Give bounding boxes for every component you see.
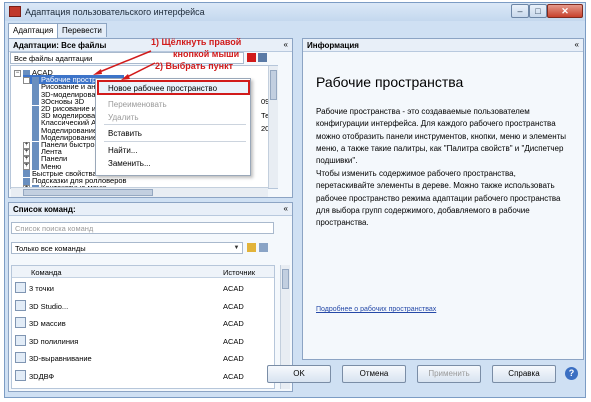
help-button[interactable]: Справка bbox=[492, 365, 556, 383]
column-command[interactable]: Команда bbox=[12, 266, 220, 278]
command-source: ACAD bbox=[223, 301, 244, 311]
info-more-link[interactable]: Подробнее о рабочих пространствах bbox=[316, 306, 436, 313]
tab-customize[interactable]: Адаптация bbox=[8, 23, 59, 38]
command-name: 3 точки bbox=[29, 284, 54, 293]
command-name: 3D полилиния bbox=[29, 336, 79, 346]
command-list-header: Список команд: « bbox=[9, 203, 292, 216]
command-list-title: Список команд: bbox=[13, 205, 76, 214]
tree-hscroll-thumb[interactable] bbox=[23, 189, 153, 196]
tree-horizontal-scrollbar[interactable] bbox=[11, 187, 268, 197]
collapse-node-icon[interactable]: − bbox=[14, 69, 21, 77]
command-icon bbox=[15, 369, 26, 381]
collapse-node-icon[interactable]: − bbox=[23, 76, 30, 84]
command-name: 3D-выравнивание bbox=[29, 354, 92, 363]
command-row[interactable]: 3D полилиния ACAD bbox=[12, 334, 274, 347]
cancel-button[interactable]: Отмена bbox=[342, 365, 406, 383]
information-title: Информация bbox=[307, 41, 359, 50]
command-source: ACAD bbox=[223, 284, 244, 293]
command-row[interactable]: 3D массив ACAD bbox=[12, 316, 274, 329]
new-command-icon[interactable] bbox=[247, 243, 256, 252]
column-source-label: Источник bbox=[223, 268, 256, 277]
command-icon bbox=[15, 317, 26, 328]
window-title: Адаптация пользовательского интерфейса bbox=[25, 7, 205, 17]
arrow-head-1 bbox=[93, 69, 102, 75]
context-menu-separator bbox=[104, 141, 246, 142]
apply-button[interactable]: Применить bbox=[417, 365, 481, 383]
tree-scroll-thumb[interactable] bbox=[270, 70, 277, 100]
arrow-line-2 bbox=[124, 62, 156, 79]
collapse-info-icon[interactable]: « bbox=[575, 40, 579, 49]
command-list[interactable]: Команда Источник 3 точки ACAD 3D Studio...… bbox=[11, 265, 275, 389]
command-source: ACAD bbox=[223, 336, 244, 346]
info-paragraph-2: Чтобы изменить содержимое рабочего прост… bbox=[316, 169, 561, 228]
context-menu-item[interactable]: Удалить bbox=[108, 113, 139, 122]
command-filter-value: Только все команды bbox=[15, 244, 86, 253]
command-icon bbox=[15, 352, 26, 363]
command-row[interactable]: 3D Studio... ACAD bbox=[12, 299, 274, 312]
command-search-placeholder: Список поиска команд bbox=[15, 224, 94, 233]
command-name: 3D Studio... bbox=[29, 301, 69, 311]
command-name: 3DДВФ bbox=[29, 371, 55, 381]
information-panel: Информация « Рабочие пространства Рабочи… bbox=[302, 38, 584, 360]
context-menu: Новое рабочее пространство Переименовать У… bbox=[95, 78, 251, 176]
column-command-label: Команда bbox=[31, 268, 62, 277]
info-heading: Рабочие пространства bbox=[316, 74, 464, 90]
minimize-button[interactable]: – bbox=[511, 4, 529, 18]
arrow-head-2 bbox=[121, 74, 130, 80]
command-list-scroll-thumb[interactable] bbox=[282, 269, 289, 289]
command-filter-select[interactable]: Только все команды ▼ bbox=[11, 242, 243, 254]
column-source[interactable]: Источник bbox=[220, 266, 274, 278]
context-menu-item[interactable]: Вставить bbox=[108, 129, 142, 138]
command-icon bbox=[15, 334, 26, 346]
command-source: ACAD bbox=[223, 319, 244, 328]
context-menu-item[interactable]: Найти... bbox=[108, 146, 138, 155]
command-row[interactable]: 3DДВФ ACAD bbox=[12, 369, 274, 382]
tab-transfer[interactable]: Перевести bbox=[57, 23, 107, 37]
command-name: 3D массив bbox=[29, 319, 66, 328]
app-icon bbox=[9, 6, 21, 17]
information-header: Информация « bbox=[303, 39, 583, 52]
cui-dialog: Адаптация пользовательского интерфейса –… bbox=[4, 2, 586, 398]
collapse-commands-icon[interactable]: « bbox=[284, 204, 288, 213]
ok-button[interactable]: OK bbox=[267, 365, 331, 383]
chevron-down-icon: ▼ bbox=[233, 245, 240, 251]
command-search-input[interactable]: Список поиска команд bbox=[11, 222, 274, 234]
context-menu-item[interactable]: Новое рабочее пространство bbox=[108, 84, 217, 93]
command-row[interactable]: 3D-выравнивание ACAD bbox=[12, 351, 274, 364]
title-bar: Адаптация пользовательского интерфейса –… bbox=[5, 3, 585, 21]
command-icon bbox=[15, 299, 26, 311]
close-button[interactable]: ✕ bbox=[547, 4, 583, 18]
command-source: ACAD bbox=[223, 371, 244, 381]
help-icon[interactable]: ? bbox=[565, 367, 578, 380]
annotation-arrows bbox=[93, 50, 156, 80]
command-icon bbox=[15, 282, 26, 293]
save-icon[interactable] bbox=[258, 53, 267, 62]
context-menu-separator bbox=[104, 124, 246, 125]
tree-vertical-scrollbar[interactable] bbox=[268, 66, 278, 188]
context-menu-item[interactable]: Заменить... bbox=[108, 159, 151, 168]
command-source: ACAD bbox=[223, 354, 244, 363]
command-row[interactable]: 3 точки ACAD bbox=[12, 281, 274, 294]
command-list-panel: Список команд: « Список поиска команд То… bbox=[8, 202, 293, 392]
collapse-icon[interactable]: « bbox=[284, 40, 288, 49]
info-paragraph-1: Рабочие пространства - это создаваемые п… bbox=[316, 107, 567, 166]
edit-command-icon[interactable] bbox=[259, 243, 268, 252]
load-file-icon[interactable] bbox=[247, 53, 256, 62]
maximize-button[interactable]: □ bbox=[529, 4, 547, 18]
context-menu-item[interactable]: Переименовать bbox=[108, 100, 167, 109]
